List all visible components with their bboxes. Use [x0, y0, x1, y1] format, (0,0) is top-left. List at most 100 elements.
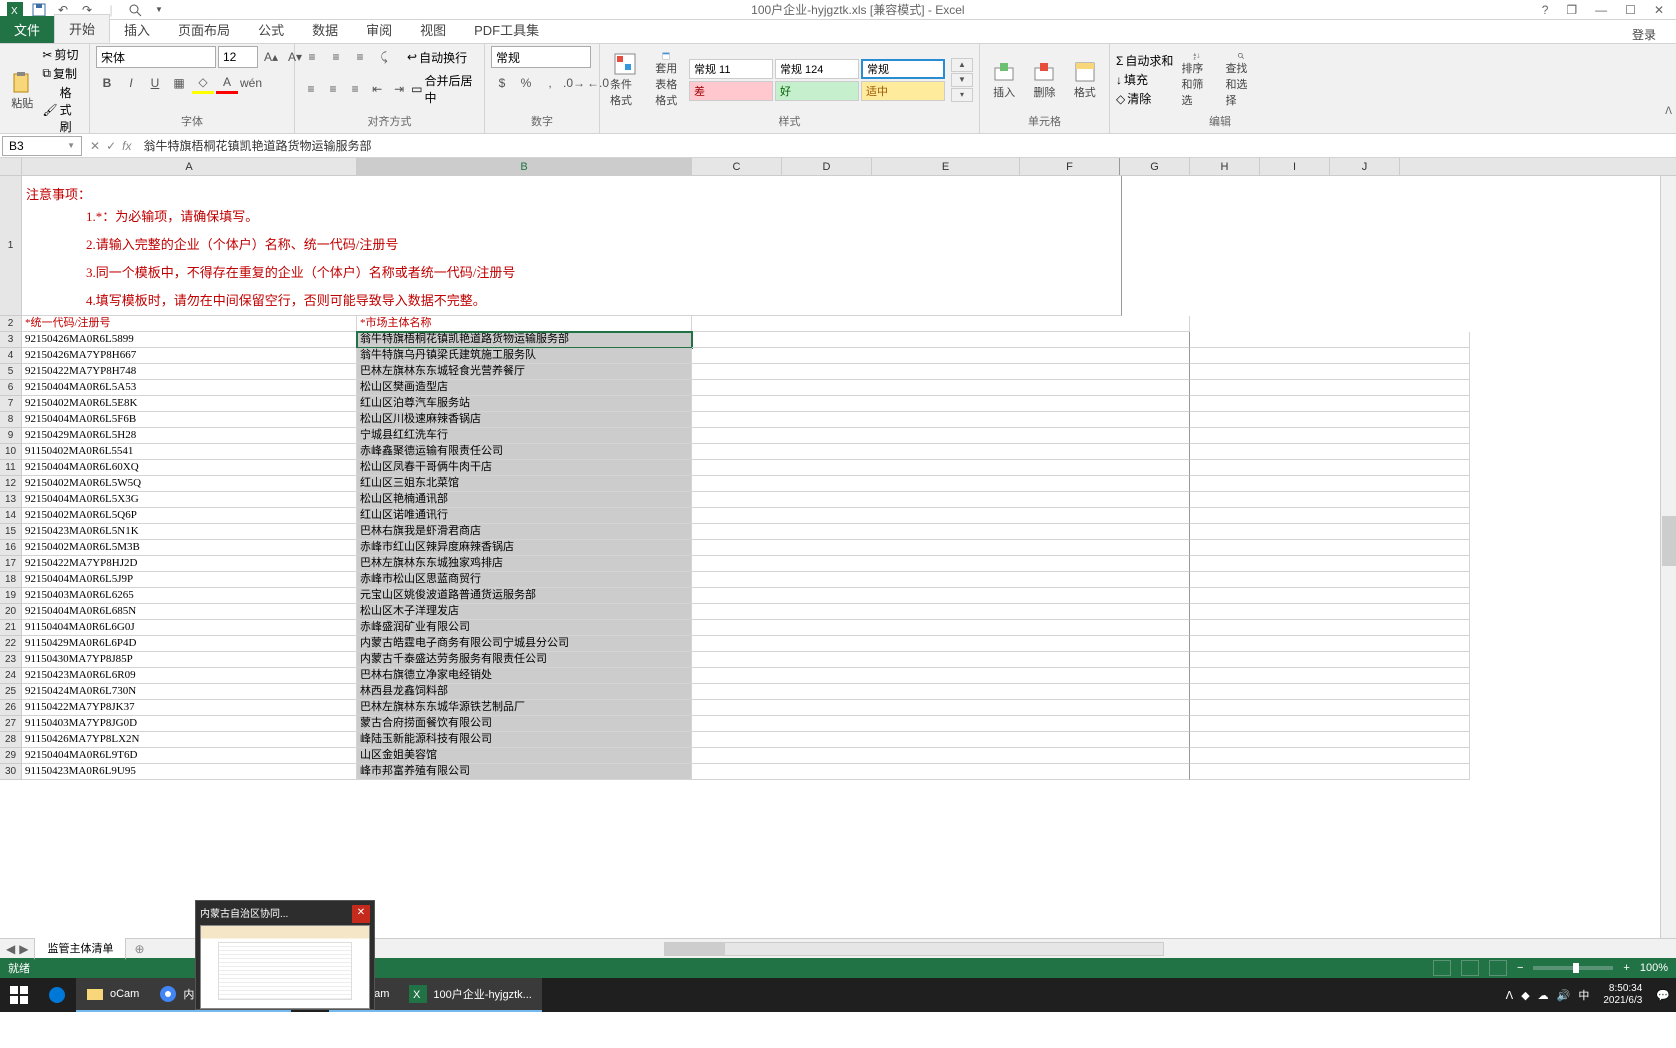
help-icon[interactable]: ?	[1542, 3, 1549, 17]
zoom-out-icon[interactable]: −	[1517, 962, 1523, 974]
cell-code[interactable]: 92150404MA0R6L5F6B	[22, 412, 357, 428]
empty-cell[interactable]	[692, 460, 1190, 476]
table-format-button[interactable]: 套用 表格格式	[648, 50, 686, 110]
empty-cell[interactable]	[692, 716, 1190, 732]
maximize-icon[interactable]: ☐	[1625, 3, 1636, 17]
cell-code[interactable]: 92150404MA0R6L5J9P	[22, 572, 357, 588]
row-header[interactable]: 30	[0, 764, 22, 780]
empty-cell[interactable]	[692, 444, 1190, 460]
empty-cell[interactable]	[692, 428, 1190, 444]
empty-cell[interactable]	[1190, 668, 1470, 684]
empty-cell[interactable]	[692, 572, 1190, 588]
empty-cell[interactable]	[1190, 492, 1470, 508]
phonetic-button[interactable]: wén	[240, 72, 262, 94]
cell-code[interactable]: 92150422MA7YP8H748	[22, 364, 357, 380]
row-header[interactable]: 8	[0, 412, 22, 428]
horizontal-scrollbar[interactable]	[664, 942, 1164, 956]
row-header-1[interactable]: 1	[0, 176, 22, 316]
style-neutral[interactable]: 适中	[861, 81, 945, 101]
minimize-icon[interactable]: —	[1595, 3, 1607, 17]
empty-cell[interactable]	[1190, 412, 1470, 428]
autosum-button[interactable]: Σ自动求和	[1116, 52, 1173, 69]
cell-name[interactable]: 林西县龙鑫饲料部	[357, 684, 692, 700]
cell-code[interactable]: 92150423MA0R6L5N1K	[22, 524, 357, 540]
cell-code[interactable]: 92150422MA7YP8HJ2D	[22, 556, 357, 572]
style-gallery-expand-icon[interactable]: ▾	[951, 88, 973, 102]
cell-code[interactable]: 92150404MA0R6L685N	[22, 604, 357, 620]
cell-code[interactable]: 91150429MA0R6L6P4D	[22, 636, 357, 652]
indent-decrease-icon[interactable]: ⇤	[367, 78, 387, 100]
cell-name[interactable]: 松山区艳楠通讯部	[357, 492, 692, 508]
col-header-i[interactable]: I	[1260, 158, 1330, 175]
empty-cell[interactable]	[692, 348, 1190, 364]
empty-cell[interactable]	[692, 636, 1190, 652]
row-header[interactable]: 5	[0, 364, 22, 380]
tab-formulas[interactable]: 公式	[244, 16, 298, 43]
empty-cell[interactable]	[1190, 604, 1470, 620]
comma-icon[interactable]: ,	[539, 72, 561, 94]
cell-code[interactable]: 92150402MA0R6L5W5Q	[22, 476, 357, 492]
empty-cell[interactable]	[1190, 460, 1470, 476]
tray-icon-2[interactable]: ☁	[1538, 989, 1549, 1002]
empty-cell[interactable]	[1190, 428, 1470, 444]
row-header[interactable]: 7	[0, 396, 22, 412]
cell-code[interactable]: 91150402MA0R6L5541	[22, 444, 357, 460]
align-bottom-icon[interactable]: ≡	[349, 46, 371, 68]
tab-insert[interactable]: 插入	[110, 16, 164, 43]
cell-name[interactable]: 红山区三姐东北菜馆	[357, 476, 692, 492]
empty-cell[interactable]	[1190, 396, 1470, 412]
cell-name[interactable]: 巴林左旗林东东城独家鸡排店	[357, 556, 692, 572]
tray-overflow-icon[interactable]: ᐱ	[1506, 989, 1514, 1002]
sheet-nav-first-icon[interactable]: ◀	[6, 942, 15, 956]
font-name-select[interactable]	[96, 46, 216, 68]
cell-name[interactable]: 元宝山区姚俊波道路普通货运服务部	[357, 588, 692, 604]
empty-cell[interactable]	[1190, 572, 1470, 588]
empty-cell[interactable]	[692, 764, 1190, 780]
cell-name[interactable]: 巴林左旗林东东城华源铁艺制品厂	[357, 700, 692, 716]
format-painter-button[interactable]: 🖌格式刷	[42, 84, 83, 135]
cell-code[interactable]: 92150404MA0R6L60XQ	[22, 460, 357, 476]
row-header[interactable]: 10	[0, 444, 22, 460]
cell-name[interactable]: 松山区樊画造型店	[357, 380, 692, 396]
cancel-formula-icon[interactable]: ✕	[90, 139, 100, 153]
cell-name[interactable]: 翁牛特旗梧桐花镇凯艳道路货物运输服务部	[357, 332, 692, 348]
empty-cell[interactable]	[1190, 332, 1470, 348]
cell-code[interactable]: 91150422MA7YP8JK37	[22, 700, 357, 716]
empty-cell[interactable]	[692, 380, 1190, 396]
style-good[interactable]: 好	[775, 81, 859, 101]
cell-name[interactable]: 松山区川极速麻辣香锅店	[357, 412, 692, 428]
indent-increase-icon[interactable]: ⇥	[389, 78, 409, 100]
empty-cell[interactable]	[1190, 348, 1470, 364]
cell-name[interactable]: 红山区泊尊汽车服务站	[357, 396, 692, 412]
row-header[interactable]: 11	[0, 460, 22, 476]
empty-cell[interactable]	[1190, 444, 1470, 460]
cell-code[interactable]: 92150429MA0R6L5H28	[22, 428, 357, 444]
fill-color-button[interactable]: ◇	[192, 72, 214, 94]
notifications-icon[interactable]: 💬	[1656, 989, 1670, 1002]
style-bad[interactable]: 差	[689, 81, 773, 101]
cell-code[interactable]: 91150404MA0R6L6G0J	[22, 620, 357, 636]
percent-icon[interactable]: %	[515, 72, 537, 94]
col-header-j[interactable]: J	[1330, 158, 1400, 175]
zoom-in-icon[interactable]: +	[1623, 962, 1629, 974]
empty-cell[interactable]	[692, 588, 1190, 604]
empty-cell[interactable]	[1190, 588, 1470, 604]
close-icon[interactable]: ✕	[1654, 3, 1664, 17]
page-break-view-icon[interactable]	[1489, 960, 1507, 976]
insert-cells-button[interactable]: 插入	[986, 50, 1022, 110]
empty-cell[interactable]	[692, 316, 1190, 332]
cell-name[interactable]: 赤峰盛润矿业有限公司	[357, 620, 692, 636]
empty-cell[interactable]	[1190, 652, 1470, 668]
empty-cell[interactable]	[1190, 764, 1470, 780]
cell-name[interactable]: 蒙古合府捞面餐饮有限公司	[357, 716, 692, 732]
cell-code[interactable]: 92150426MA0R6L5899	[22, 332, 357, 348]
empty-cell[interactable]	[692, 412, 1190, 428]
font-size-select[interactable]	[218, 46, 258, 68]
tab-data[interactable]: 数据	[298, 16, 352, 43]
empty-cell[interactable]	[692, 332, 1190, 348]
style-normal-124[interactable]: 常规 124	[775, 59, 859, 79]
style-scroll-down-icon[interactable]: ▼	[951, 73, 973, 87]
cell-code[interactable]: 91150430MA7YP8J85P	[22, 652, 357, 668]
taskbar-ocam-folder[interactable]: oCam	[76, 978, 149, 1012]
thumb-close-icon[interactable]: ✕	[352, 905, 370, 923]
